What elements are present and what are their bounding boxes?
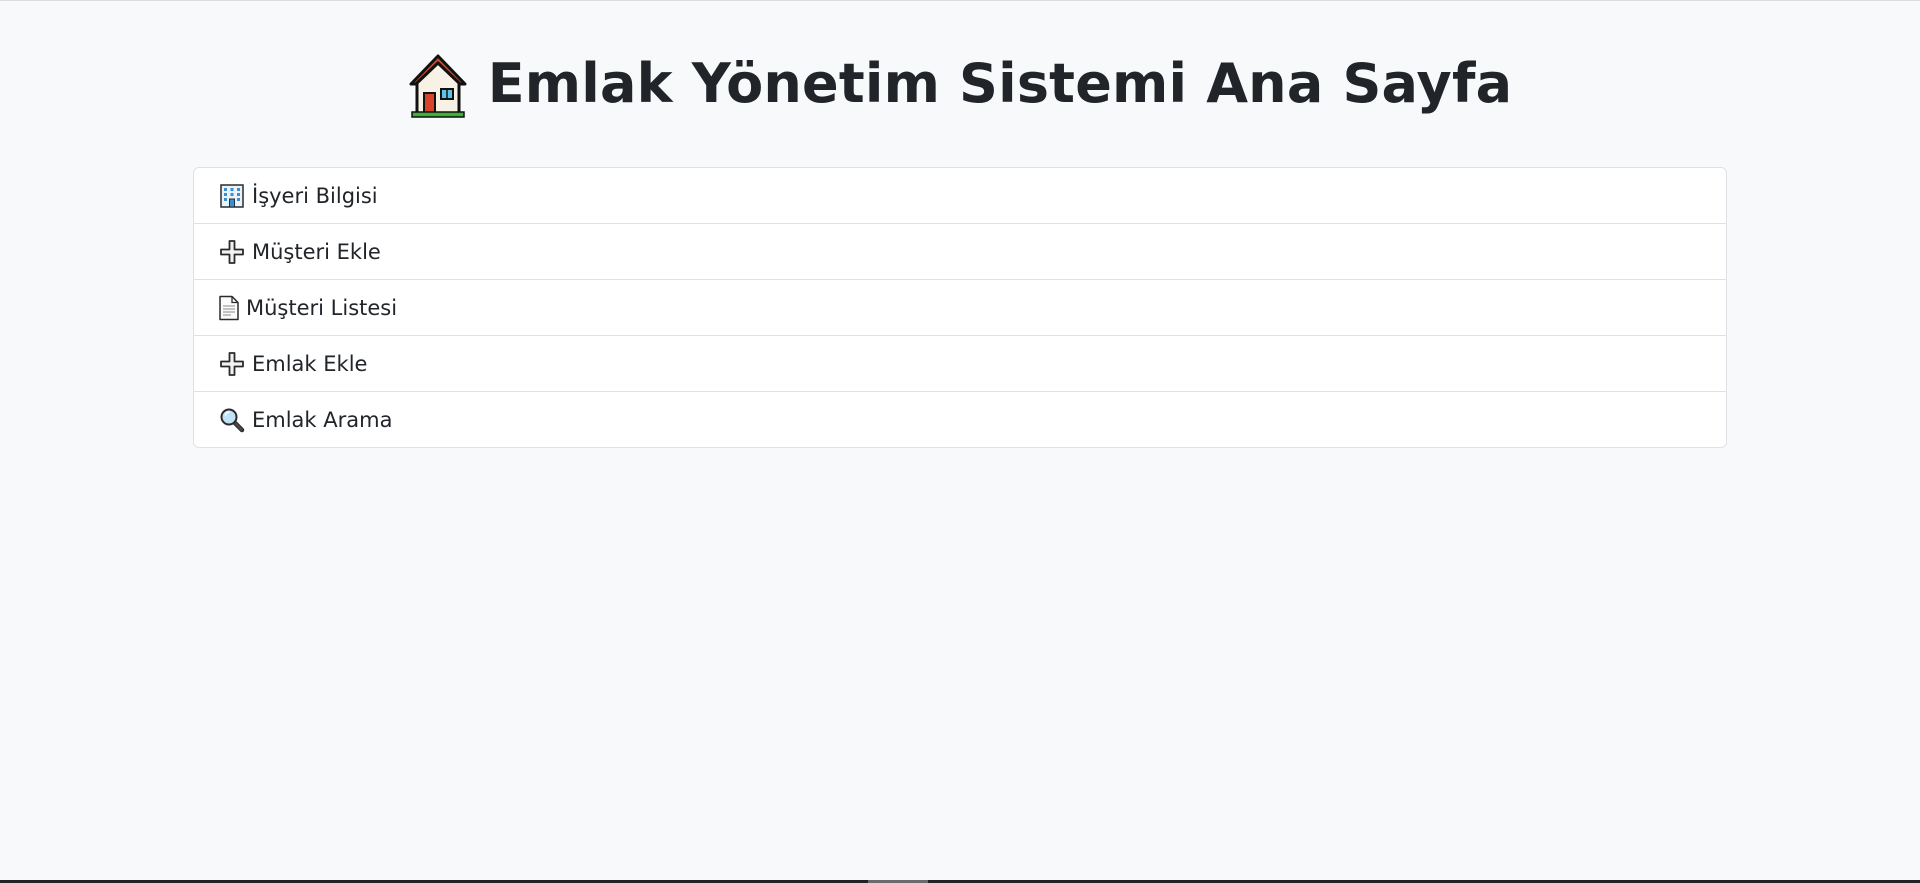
plus-icon [218,350,246,378]
main-container: Emlak Yönetim Sistemi Ana Sayfa İşyeri B… [193,0,1727,448]
plus-icon [218,238,246,266]
menu-item-label: Emlak Arama [252,407,393,432]
office-building-icon [218,182,246,210]
menu-item-isyeri-bilgisi[interactable]: İşyeri Bilgisi [194,168,1726,224]
menu-item-musteri-listesi[interactable]: Müşteri Listesi [194,280,1726,336]
page-heading: Emlak Yönetim Sistemi Ana Sayfa [193,0,1727,167]
document-icon [218,294,240,322]
menu-item-label: Müşteri Ekle [252,239,381,264]
menu-list: İşyeri Bilgisi Müşteri Ekle Müşteri List… [193,167,1727,448]
house-icon [408,53,468,119]
page-title: Emlak Yönetim Sistemi Ana Sayfa [487,52,1513,115]
menu-item-emlak-arama[interactable]: Emlak Arama [194,392,1726,447]
menu-item-label: İşyeri Bilgisi [252,183,378,208]
magnifier-icon [218,406,246,434]
menu-item-label: Müşteri Listesi [246,295,398,320]
menu-item-emlak-ekle[interactable]: Emlak Ekle [194,336,1726,392]
menu-item-musteri-ekle[interactable]: Müşteri Ekle [194,224,1726,280]
menu-item-label: Emlak Ekle [252,351,368,376]
